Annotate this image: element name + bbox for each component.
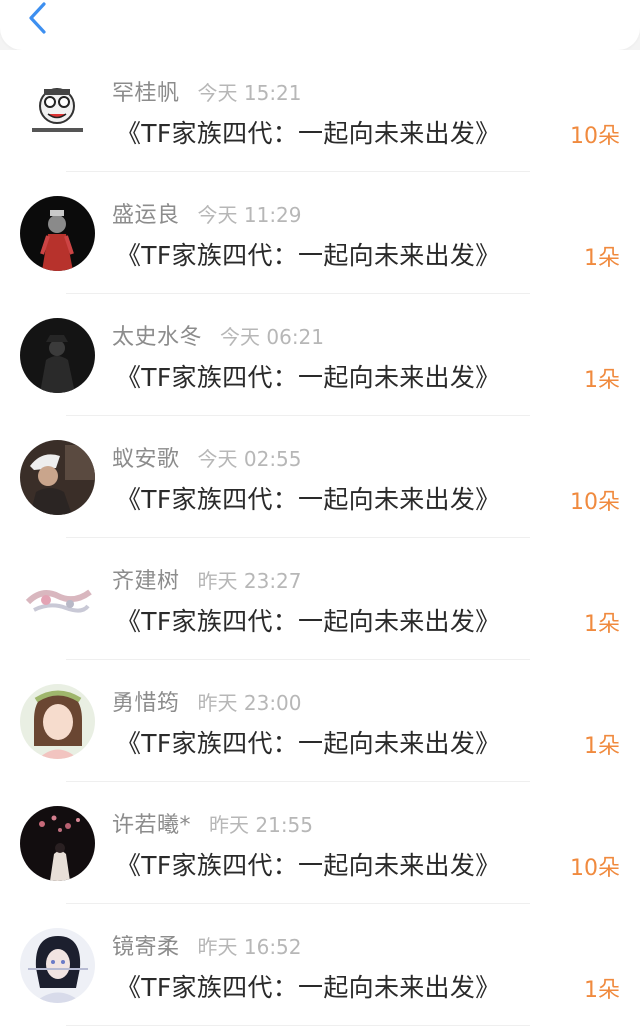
list-item[interactable]: 盛运良 今天 11:29 《TF家族四代：一起向未来出发》 1朵 [0,172,640,294]
sender-name: 齐建树 [112,569,180,594]
chevron-left-icon [29,2,46,34]
back-button[interactable] [18,0,58,36]
gift-count: 10朵 [570,856,620,881]
sender-name: 罕桂帆 [112,81,180,106]
gift-count: 1朵 [584,978,620,1003]
list-item[interactable]: 罕桂帆 今天 15:21 《TF家族四代：一起向未来出发》 10朵 [0,50,640,172]
gift-count: 1朵 [584,246,620,271]
work-title: 《TF家族四代：一起向未来出发》 [116,119,501,148]
sender-name: 盛运良 [112,203,180,228]
gift-count: 1朵 [584,734,620,759]
work-title: 《TF家族四代：一起向未来出发》 [116,485,501,514]
gift-count: 10朵 [570,124,620,149]
gift-count: 1朵 [584,612,620,637]
avatar[interactable] [20,928,95,1003]
list-item[interactable]: 太史水冬 今天 06:21 《TF家族四代：一起向未来出发》 1朵 [0,294,640,416]
work-title: 《TF家族四代：一起向未来出发》 [116,607,501,636]
gift-count: 1朵 [584,368,620,393]
work-title: 《TF家族四代：一起向未来出发》 [116,241,501,270]
gift-record-list: 罕桂帆 今天 15:21 《TF家族四代：一起向未来出发》 10朵 盛运良 今天… [0,50,640,1030]
sender-name: 许若曦* [112,813,192,838]
sender-name: 太史水冬 [112,325,203,350]
list-item[interactable]: 齐建树 昨天 23:27 《TF家族四代：一起向未来出发》 1朵 [0,538,640,660]
timestamp: 今天 02:55 [197,446,302,471]
timestamp: 昨天 23:27 [197,568,302,593]
avatar[interactable] [20,440,95,515]
avatar[interactable] [20,318,95,393]
sender-name: 蚁安歌 [112,447,180,472]
timestamp: 昨天 21:55 [209,812,314,837]
work-title: 《TF家族四代：一起向未来出发》 [116,851,501,880]
divider [66,1025,530,1026]
timestamp: 昨天 16:52 [197,934,302,959]
top-bar [0,0,640,50]
list-item[interactable]: 勇惜筠 昨天 23:00 《TF家族四代：一起向未来出发》 1朵 [0,660,640,782]
avatar[interactable] [20,196,95,271]
gift-count: 10朵 [570,490,620,515]
timestamp: 今天 06:21 [220,324,325,349]
avatar[interactable] [20,684,95,759]
avatar[interactable] [20,562,95,637]
list-item[interactable]: 镜寄柔 昨天 16:52 《TF家族四代：一起向未来出发》 1朵 [0,904,640,1026]
avatar[interactable] [20,74,95,149]
timestamp: 昨天 23:00 [197,690,302,715]
timestamp: 今天 15:21 [197,80,302,105]
list-item[interactable]: 蚁安歌 今天 02:55 《TF家族四代：一起向未来出发》 10朵 [0,416,640,538]
timestamp: 今天 11:29 [197,202,302,227]
work-title: 《TF家族四代：一起向未来出发》 [116,729,501,758]
list-item[interactable]: 许若曦* 昨天 21:55 《TF家族四代：一起向未来出发》 10朵 [0,782,640,904]
sender-name: 勇惜筠 [112,691,180,716]
avatar[interactable] [20,806,95,881]
work-title: 《TF家族四代：一起向未来出发》 [116,973,501,1002]
work-title: 《TF家族四代：一起向未来出发》 [116,363,501,392]
sender-name: 镜寄柔 [112,935,180,960]
